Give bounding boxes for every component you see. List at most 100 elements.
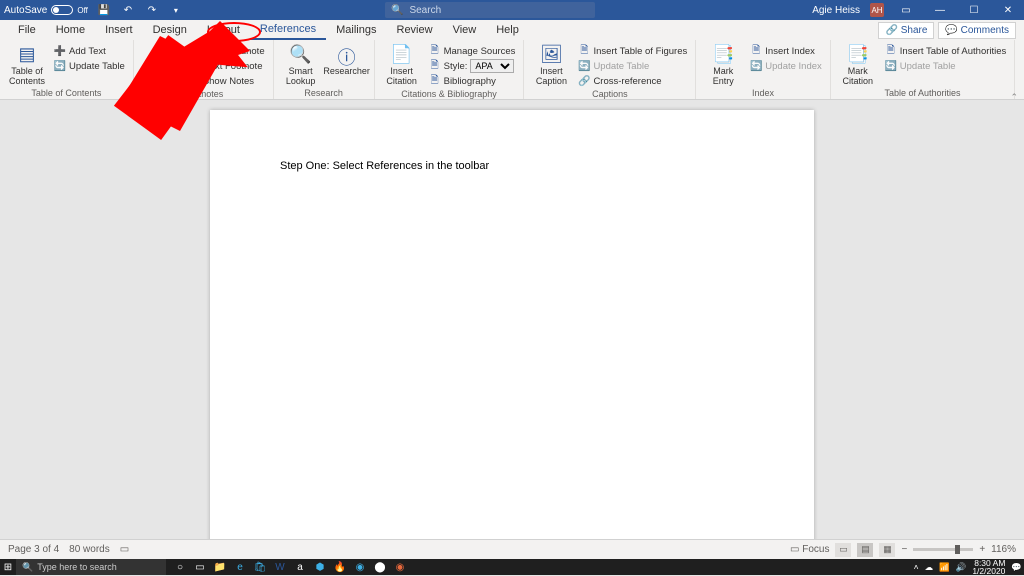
insert-authorities-button[interactable]: 🗎Insert Table of Authorities [883,44,1009,58]
taskbar-search[interactable]: 🔍 Type here to search [16,559,166,575]
ribbon-display-icon[interactable]: ▭ [894,2,918,18]
app-icon[interactable]: ◉ [350,559,370,575]
document-area[interactable]: Step One: Select References in the toolb… [0,100,1024,539]
insert-caption-button[interactable]: 🖼Insert Caption [530,42,572,88]
group-label: Footnotes [140,88,267,100]
tab-design[interactable]: Design [143,20,197,40]
zoom-level[interactable]: 116% [991,544,1016,555]
update-icon: 🔄 [750,60,762,72]
group-label: Citations & Bibliography [381,88,518,100]
body-text[interactable]: Step One: Select References in the toolb… [280,160,489,172]
group-label: Table of Contents [6,87,127,99]
maximize-icon[interactable]: ☐ [962,2,986,18]
share-button[interactable]: 🔗 Share [878,22,934,39]
manage-sources-button[interactable]: 🗎Manage Sources [427,44,518,58]
markentry-icon: 📑 [712,44,734,64]
page-indicator[interactable]: Page 3 of 4 [8,544,59,555]
spelling-icon[interactable]: ▭ [120,544,129,555]
mark-entry-button[interactable]: 📑Mark Entry [702,42,744,87]
word-count[interactable]: 80 words [69,544,110,555]
tab-insert[interactable]: Insert [95,20,143,40]
search-box[interactable]: 🔍 Search [385,2,595,18]
cortana-icon[interactable]: ○ [170,559,190,575]
explorer-icon[interactable]: 📁 [210,559,230,575]
insert-figures-button[interactable]: 🗎Insert Table of Figures [576,44,689,58]
page[interactable]: Step One: Select References in the toolb… [210,110,814,539]
app-icon[interactable]: 🔥 [330,559,350,575]
tb-search-placeholder: Type here to search [37,562,117,572]
table-of-contents-button[interactable]: ▤Table of Contents [6,42,48,87]
zoom-out-icon[interactable]: − [901,544,907,555]
citation-icon: 📄 [390,44,412,64]
web-layout-icon[interactable]: ▦ [879,543,895,557]
style-dropdown[interactable]: APA [470,59,514,73]
bibliography-button[interactable]: 🗎Bibliography [427,74,518,88]
autosave-toggle[interactable]: AutoSave Off [4,5,88,16]
smart-lookup-button[interactable]: 🔍Smart Lookup [280,42,322,87]
group-index: 📑Mark Entry 🗎Insert Index 🔄Update Index … [696,40,831,99]
tray-wifi-icon[interactable]: 📶 [939,562,950,573]
save-icon[interactable]: 💾 [96,2,112,18]
tray-cloud-icon[interactable]: ☁ [925,562,934,573]
redo-icon[interactable]: ↷ [144,2,160,18]
dropbox-icon[interactable]: ⬢ [310,559,330,575]
zoom-in-icon[interactable]: + [979,544,985,555]
index-icon: 🗎 [750,45,762,57]
tab-references[interactable]: References [250,20,326,40]
tray-volume-icon[interactable]: 🔊 [956,562,967,573]
title-bar: AutoSave Off 💾 ↶ ↷ ▾ Document1 - Word 🔍 … [0,0,1024,20]
next-footnote-button[interactable]: abNext Footnote [186,59,267,73]
undo-icon[interactable]: ↶ [120,2,136,18]
update-icon: 🔄 [578,60,590,72]
app-icon[interactable]: ◉ [390,559,410,575]
print-layout-icon[interactable]: ▤ [857,543,873,557]
taskview-icon[interactable]: ▭ [190,559,210,575]
insert-index-button[interactable]: 🗎Insert Index [748,44,824,58]
tray-chevron-icon[interactable]: ˄ [914,562,919,572]
read-mode-icon[interactable]: ▭ [835,543,851,557]
autosave-state: Off [77,6,88,15]
toc-icon: ▤ [18,44,35,64]
show-notes-button[interactable]: ☰Show Notes [186,74,267,88]
app-icon[interactable]: ⬤ [370,559,390,575]
update-figures-button[interactable]: 🔄Update Table [576,59,689,73]
update-authorities-button[interactable]: 🔄Update Table [883,59,1009,73]
edge-icon[interactable]: e [230,559,250,575]
insert-citation-button[interactable]: 📄Insert Citation [381,42,423,88]
qat-more-icon[interactable]: ▾ [168,2,184,18]
group-footnotes: abInsert Footnote ⤓Insert Endnote abNext… [134,40,274,99]
tab-home[interactable]: Home [46,20,95,40]
mark-citation-button[interactable]: 📑Mark Citation [837,42,879,87]
tab-mailings[interactable]: Mailings [326,20,386,40]
app-icon[interactable]: a [290,559,310,575]
tab-file[interactable]: File [8,20,46,40]
store-icon[interactable]: 🛍 [250,559,270,575]
minimize-icon[interactable]: — [928,2,952,18]
tab-view[interactable]: View [443,20,487,40]
focus-mode[interactable]: ▭ Focus [790,544,829,555]
group-citations: 📄Insert Citation 🗎Manage Sources 🗎Style:… [375,40,525,99]
zoom-slider[interactable] [913,548,973,551]
cross-reference-button[interactable]: 🔗Cross-reference [576,74,689,88]
start-button[interactable]: ⊞ [0,559,16,575]
system-clock[interactable]: 8:30 AM 1/2/2020 [972,559,1005,575]
update-table-button[interactable]: 🔄Update Table [52,59,127,73]
word-icon[interactable]: W [270,559,290,575]
insert-endnote-button[interactable]: ⤓Insert Endnote [186,44,267,58]
comments-button[interactable]: 💬 Comments [938,22,1016,39]
style-selector[interactable]: 🗎Style: APA [427,59,518,73]
manage-icon: 🗎 [429,45,441,57]
notifications-icon[interactable]: 💬 [1011,562,1022,573]
update-index-button[interactable]: 🔄Update Index [748,59,824,73]
taskbar: ⊞ 🔍 Type here to search ○ ▭ 📁 e 🛍 W a ⬢ … [0,559,1024,575]
user-name[interactable]: Agie Heiss [812,5,860,16]
add-text-button[interactable]: ➕Add Text [52,44,127,58]
close-icon[interactable]: ✕ [996,2,1020,18]
tab-review[interactable]: Review [387,20,443,40]
tab-layout[interactable]: Layout [197,20,250,40]
add-text-icon: ➕ [54,45,66,57]
tab-help[interactable]: Help [486,20,529,40]
researcher-button[interactable]: ⓘResearcher [326,42,368,87]
insert-footnote-button[interactable]: abInsert Footnote [140,42,182,88]
avatar[interactable]: AH [870,3,884,17]
